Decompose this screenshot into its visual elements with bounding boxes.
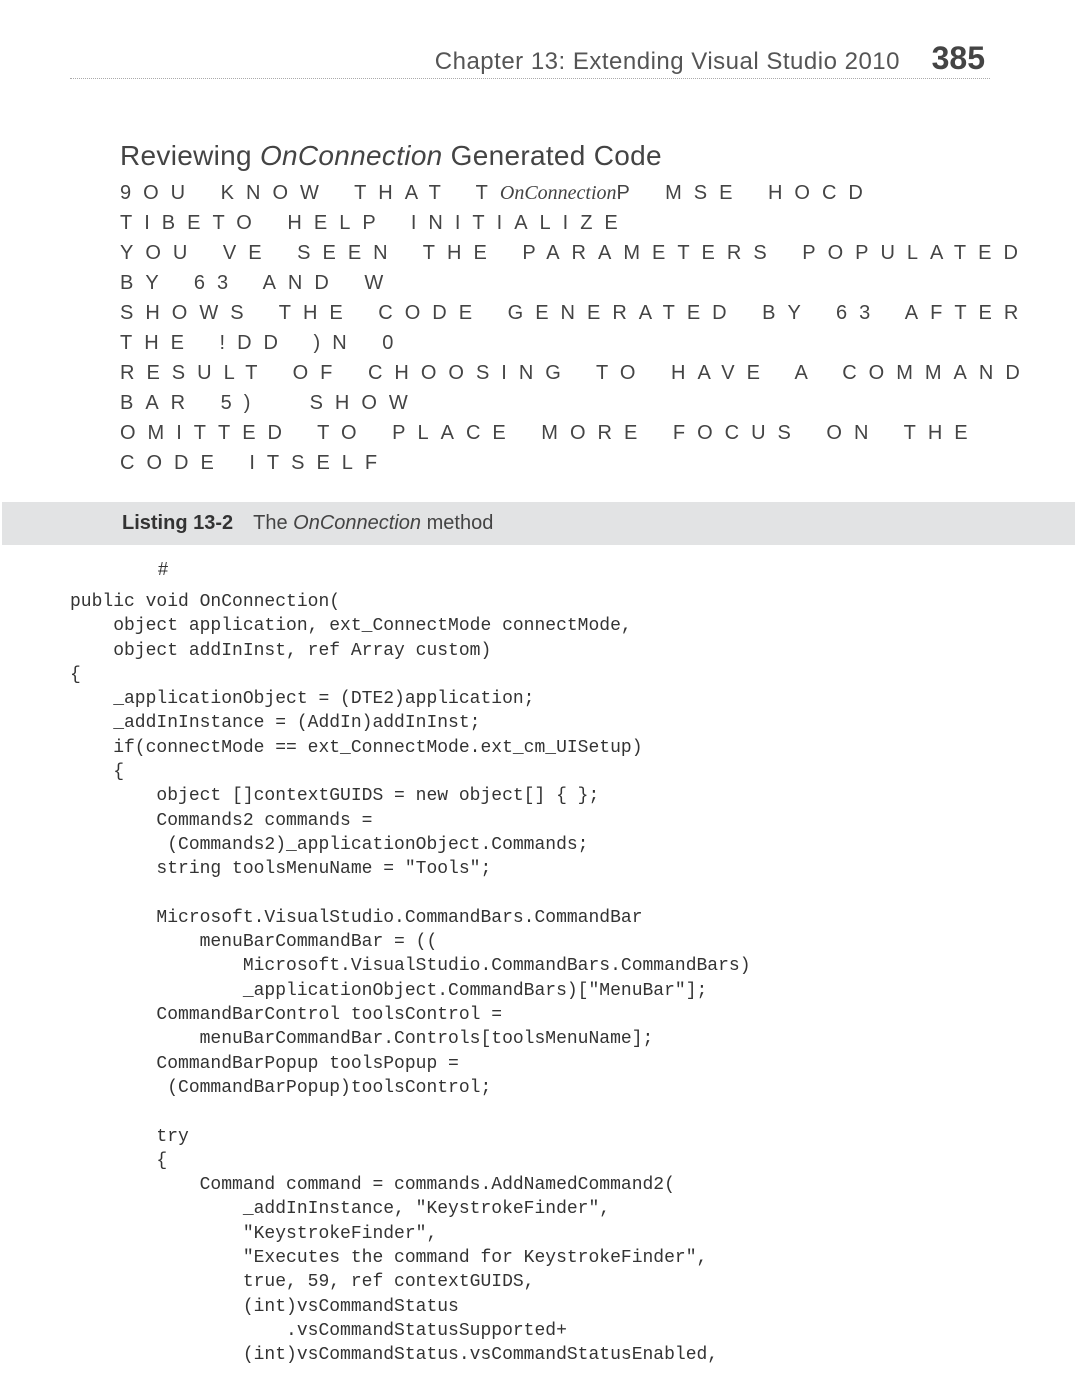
para-l4: RESULT OF CHOOSING TO HAVE A COMMAND BAR… — [120, 362, 1055, 414]
listing-bar: Listing 13-2 The OnConnection method — [2, 502, 1075, 545]
heading-prefix: Reviewing — [120, 140, 260, 171]
heading-suffix: Generated Code — [443, 140, 662, 171]
para-l1a: 9OU KNOW THAT T — [120, 182, 500, 204]
listing-title: The OnConnection method — [253, 512, 493, 534]
para-l3: SHOWS THE CODE GENERATED BY 63 AFTER THE… — [120, 302, 1054, 354]
para-l1-italic: OnConnection — [500, 182, 617, 204]
page-content: Reviewing OnConnection Generated Code 9O… — [120, 140, 1040, 1368]
heading-italic: OnConnection — [260, 140, 443, 171]
listing-title-suffix: method — [421, 512, 493, 534]
listing-title-italic: OnConnection — [293, 512, 421, 534]
para-l2: YOU VE SEEN THE PARAMETERS POPULATED BY … — [120, 242, 1053, 294]
listing-label: Listing 13-2 — [122, 512, 233, 534]
section-heading: Reviewing OnConnection Generated Code — [120, 140, 1040, 172]
body-paragraph: 9OU KNOW THAT TOnConnectionP MSE HOCD TI… — [120, 178, 1040, 478]
chapter-header: Chapter 13: Extending Visual Studio 2010 — [435, 48, 900, 76]
page-number: 385 — [932, 40, 985, 77]
listing-title-prefix: The — [253, 512, 293, 534]
code-block: public void OnConnection( object applica… — [70, 590, 1040, 1368]
para-l5: OMITTED TO PLACE MORE FOCUS ON THE CODE … — [120, 422, 1003, 474]
header-rule — [70, 78, 990, 79]
code-language-marker: # — [158, 559, 1040, 580]
